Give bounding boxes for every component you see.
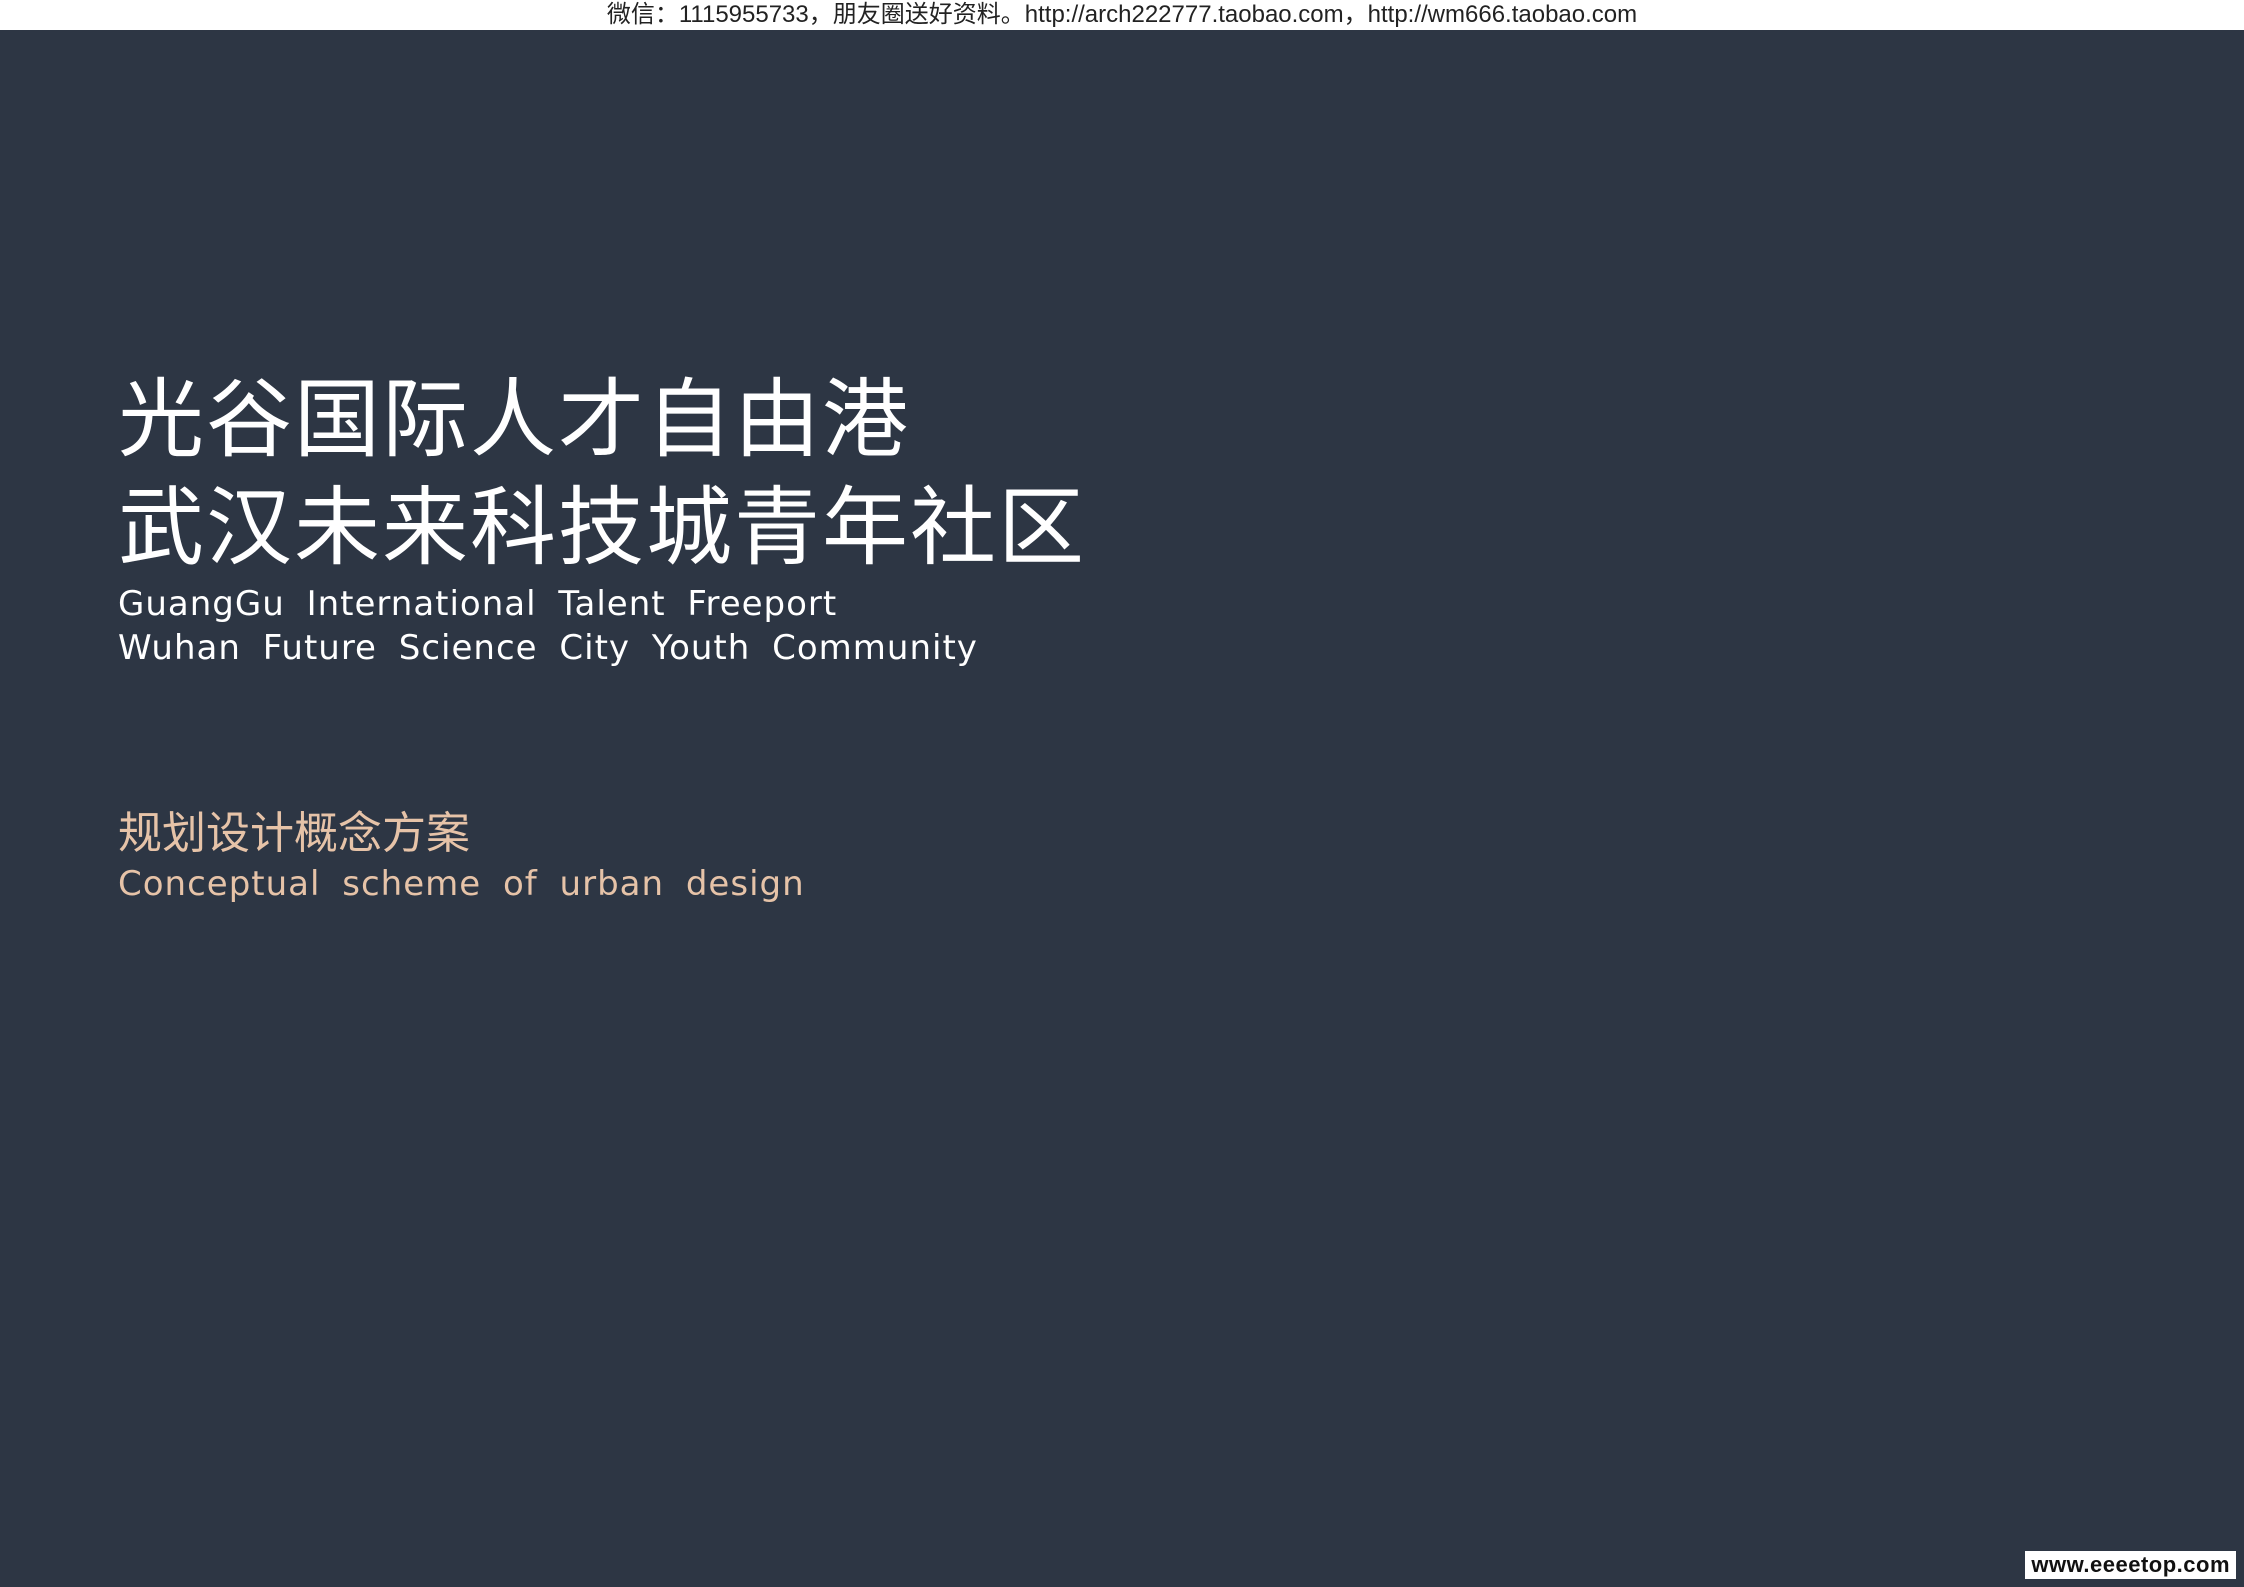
subtitle-en: Conceptual scheme of urban design [118,864,805,904]
title-cn-line2: 武汉未来科技城青年社区 [118,478,1086,578]
title-en-line1: GuangGu International Talent Freeport [118,584,838,624]
watermark: www.eeeetop.com [2025,1551,2236,1579]
title-cn-line1: 光谷国际人才自由港 [118,370,910,470]
cover-page: 微信：1115955733，朋友圈送好资料。http://arch222777.… [0,0,2244,1587]
title-en-line2: Wuhan Future Science City Youth Communit… [118,628,978,668]
subtitle-cn: 规划设计概念方案 [118,808,470,859]
top-banner: 微信：1115955733，朋友圈送好资料。http://arch222777.… [0,0,2244,30]
